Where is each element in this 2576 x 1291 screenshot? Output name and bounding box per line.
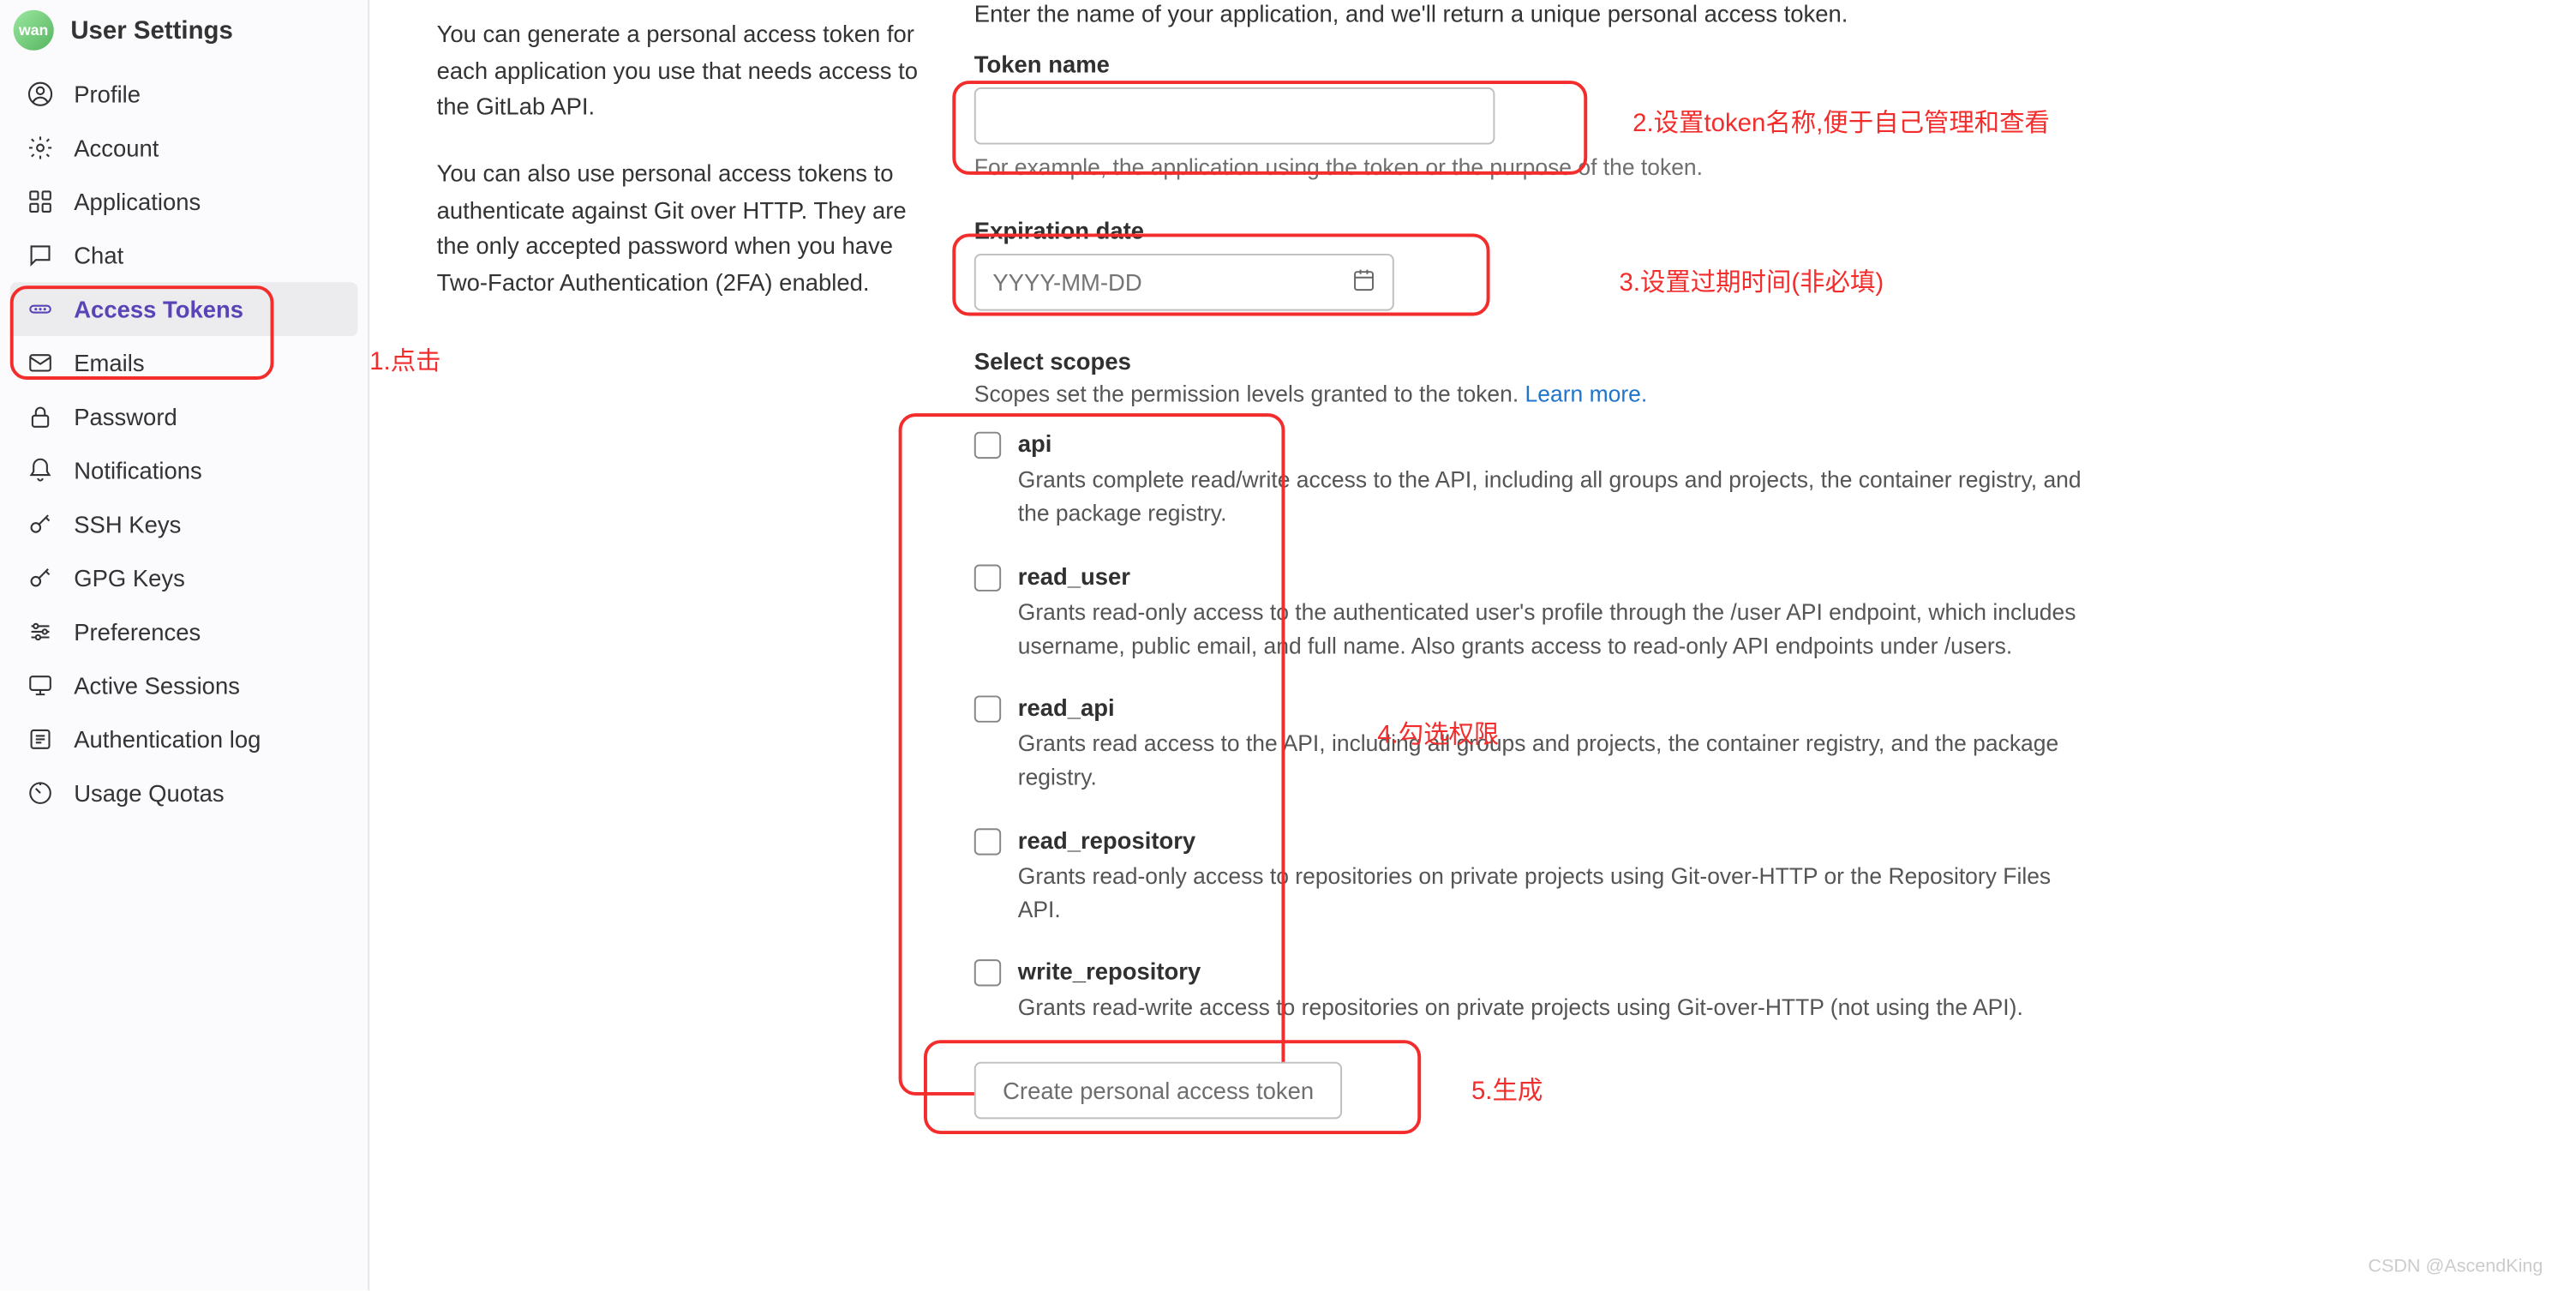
nav-password[interactable]: Password [10, 390, 358, 444]
nav-label: Emails [74, 350, 144, 376]
nav-notifications[interactable]: Notifications [10, 443, 358, 497]
nav-profile[interactable]: Profile [10, 67, 358, 121]
list-icon [27, 726, 53, 753]
annotation-text-5: 5.生成 [1471, 1072, 1543, 1108]
description-p1: You can generate a personal access token… [437, 17, 941, 127]
monitor-icon [27, 672, 53, 699]
learn-more-link[interactable]: Learn more. [1525, 381, 1648, 406]
scope-desc: Grants complete read/write access to the… [1018, 464, 2093, 531]
nav-label: Preferences [74, 618, 201, 645]
token-name-hint: For example, the application using the t… [974, 154, 2509, 179]
nav-label: SSH Keys [74, 511, 181, 537]
nav-access-tokens[interactable]: Access Tokens [10, 282, 358, 336]
content: 1.点击 You can generate a personal access … [369, 0, 2576, 1290]
sliders-icon [27, 618, 53, 645]
description-column: You can generate a personal access token… [437, 0, 974, 1290]
annotation-text-1: 1.点击 [369, 343, 440, 378]
scope-desc: Grants read-only access to the authentic… [1018, 596, 2093, 664]
nav-gpg-keys[interactable]: GPG Keys [10, 551, 358, 605]
expiration-input[interactable] [974, 254, 1394, 311]
nav-chat[interactable]: Chat [10, 229, 358, 283]
create-token-button[interactable]: Create personal access token [974, 1062, 1343, 1120]
nav-label: Chat [74, 242, 123, 268]
nav-usage-quotas[interactable]: Usage Quotas [10, 766, 358, 820]
nav-applications[interactable]: Applications [10, 175, 358, 229]
scopes-title: Select scopes [974, 348, 2509, 375]
meter-icon [27, 779, 53, 806]
description-p2: You can also use personal access tokens … [437, 156, 941, 302]
nav-auth-log[interactable]: Authentication log [10, 712, 358, 766]
annotation-text-4: 4.勾选权限 [1377, 716, 1499, 751]
scope-checkbox-write-repository[interactable] [974, 959, 1001, 986]
token-name-label: Token name [974, 51, 2509, 77]
expiration-section: Expiration date 3.设置过期时间(非必填) [974, 217, 2509, 311]
nav-label: Authentication log [74, 726, 261, 753]
lock-icon [27, 403, 53, 429]
nav-preferences[interactable]: Preferences [10, 605, 358, 659]
scope-checkbox-read-repository[interactable] [974, 827, 1001, 854]
watermark: CSDN @AscendKing [2368, 1257, 2543, 1277]
nav-label: Notifications [74, 457, 201, 483]
sidebar-title: User Settings [70, 16, 233, 45]
token-name-section: Token name For example, the application … [974, 51, 2509, 180]
scope-name: read_user [1018, 562, 1130, 589]
scope-name: read_api [1018, 694, 1115, 720]
gear-icon [27, 135, 53, 161]
scope-name: api [1018, 430, 1052, 457]
form-column: Enter the name of your application, and … [974, 0, 2576, 1290]
nav-label: GPG Keys [74, 565, 185, 591]
scope-checkbox-api[interactable] [974, 432, 1001, 459]
token-name-input[interactable] [974, 87, 1495, 145]
scopes-section: Select scopes Scopes set the permission … [974, 348, 2509, 1025]
create-section: Create personal access token 5.生成 [974, 1062, 2509, 1120]
nav-account[interactable]: Account [10, 121, 358, 175]
avatar: wan [14, 10, 54, 51]
scope-read-api: read_api Grants read access to the API, … [974, 694, 2509, 796]
nav-label: Access Tokens [74, 296, 243, 322]
nav-label: Usage Quotas [74, 779, 224, 806]
scopes-subtitle: Scopes set the permission levels granted… [974, 381, 2509, 406]
user-circle-icon [27, 81, 53, 107]
scope-write-repository: write_repository Grants read-write acces… [974, 958, 2509, 1025]
scope-name: write_repository [1018, 958, 1201, 984]
annotation-text-3: 3.设置过期时间(非必填) [1619, 264, 1884, 299]
key-icon [27, 565, 53, 591]
scope-desc: Grants read access to the API, including… [1018, 728, 2093, 796]
scope-checkbox-read-user[interactable] [974, 564, 1001, 591]
scope-api: api Grants complete read/write access to… [974, 430, 2509, 532]
nav-label: Active Sessions [74, 672, 240, 699]
sidebar-header: wan User Settings [0, 0, 368, 67]
token-icon [27, 296, 53, 322]
scope-read-repository: read_repository Grants read-only access … [974, 826, 2509, 928]
nav-ssh-keys[interactable]: SSH Keys [10, 497, 358, 551]
nav-label: Applications [74, 189, 201, 215]
sidebar-nav: Profile Account Applications Chat Access… [0, 67, 368, 820]
apps-icon [27, 189, 53, 215]
nav-label: Password [74, 403, 177, 429]
nav-label: Profile [74, 81, 141, 107]
form-intro: Enter the name of your application, and … [974, 0, 2509, 27]
scope-desc: Grants read-write access to repositories… [1018, 991, 2093, 1025]
nav-label: Account [74, 135, 159, 161]
key-icon [27, 511, 53, 537]
bell-icon [27, 457, 53, 483]
annotation-text-2: 2.设置token名称,便于自己管理和查看 [1632, 105, 2050, 140]
scope-name: read_repository [1018, 826, 1195, 852]
scope-desc: Grants read-only access to repositories … [1018, 860, 2093, 928]
nav-active-sessions[interactable]: Active Sessions [10, 658, 358, 712]
scope-read-user: read_user Grants read-only access to the… [974, 562, 2509, 664]
expiration-label: Expiration date [974, 217, 2509, 243]
mail-icon [27, 350, 53, 376]
nav-emails[interactable]: Emails [10, 336, 358, 390]
sidebar: wan User Settings Profile Account Applic… [0, 0, 369, 1290]
chat-icon [27, 242, 53, 268]
scope-checkbox-read-api[interactable] [974, 695, 1001, 722]
